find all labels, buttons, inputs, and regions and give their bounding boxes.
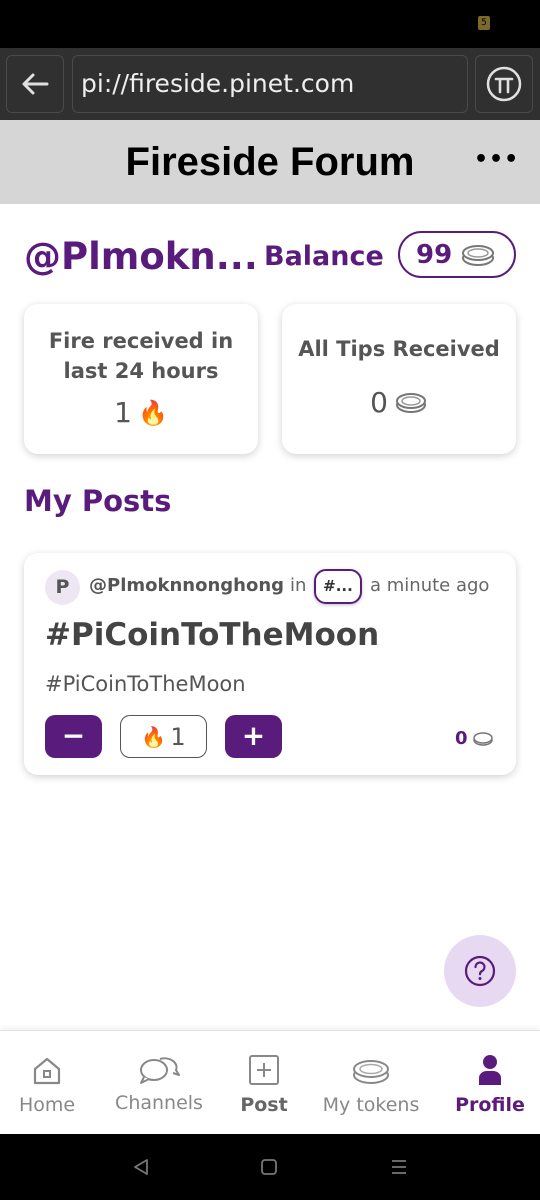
nav-post[interactable]: Post: [232, 1040, 296, 1124]
nav-home-label: Home: [18, 1094, 76, 1116]
question-mark-icon: [464, 955, 496, 987]
fire-received-value: 1: [114, 396, 132, 429]
fire-count-badge: 🔥 1: [120, 715, 207, 758]
add-fire-button[interactable]: +: [225, 715, 282, 758]
post-title[interactable]: #PiCoinToTheMoon: [45, 617, 379, 653]
nav-profile[interactable]: Profile: [450, 1040, 530, 1124]
system-back-button[interactable]: [124, 1150, 158, 1184]
post-author[interactable]: @Plmoknnonghong: [89, 575, 284, 596]
url-bar[interactable]: pi://fireside.pinet.com: [72, 55, 468, 113]
avatar[interactable]: P: [45, 570, 80, 605]
pi-browser-button[interactable]: [475, 55, 533, 113]
nav-channels[interactable]: Channels: [108, 1040, 210, 1124]
help-button[interactable]: [444, 935, 516, 1007]
battery-icon: 5: [478, 16, 490, 30]
fire-icon: 🔥: [141, 724, 167, 749]
all-tips-title: All Tips Received: [298, 337, 500, 361]
nav-post-label: Post: [240, 1094, 288, 1116]
fire-received-value-row: 1 🔥: [24, 396, 258, 429]
my-posts-heading: My Posts: [24, 484, 172, 518]
nav-my-tokens-label: My tokens: [322, 1094, 420, 1116]
nav-my-tokens[interactable]: My tokens: [316, 1040, 426, 1124]
balance-label: Balance: [264, 241, 384, 272]
square-home-icon: [261, 1159, 277, 1175]
home-icon: [33, 1057, 61, 1085]
triangle-back-icon: [134, 1159, 148, 1175]
fire-received-title: Fire received in last 24 hours: [48, 329, 234, 383]
menu-lines-icon: [392, 1160, 406, 1174]
nav-channels-label: Channels: [115, 1092, 203, 1114]
status-bar: [0, 0, 540, 48]
arrow-left-icon: [22, 73, 49, 95]
nav-home[interactable]: Home: [10, 1040, 84, 1124]
add-square-icon: [249, 1055, 279, 1085]
post-tips-value: 0: [455, 728, 468, 749]
coin-icon: [472, 731, 493, 746]
chat-bubbles-icon: [140, 1057, 180, 1084]
pi-logo-icon: [486, 66, 522, 102]
all-tips-value: 0: [370, 386, 388, 419]
post-channel-badge[interactable]: #...: [314, 569, 362, 604]
post-in-label: in: [290, 575, 307, 596]
coin-stack-icon: [353, 1060, 389, 1084]
back-button[interactable]: [6, 55, 64, 113]
nav-profile-label: Profile: [455, 1094, 525, 1116]
more-options-button[interactable]: •••: [474, 145, 518, 179]
app-title: Fireside Forum: [125, 140, 415, 184]
post-body: #PiCoinToTheMoon: [45, 672, 246, 696]
balance-badge: 99: [398, 231, 516, 278]
system-recents-button[interactable]: [382, 1150, 416, 1184]
all-tips-value-row: 0: [282, 386, 516, 419]
fire-count: 1: [170, 722, 186, 751]
post-timestamp: a minute ago: [370, 575, 490, 596]
user-icon: [479, 1055, 501, 1085]
coin-stack-icon: [462, 244, 495, 266]
remove-fire-button[interactable]: −: [45, 715, 102, 758]
all-tips-card: All Tips Received 0: [282, 304, 516, 454]
profile-username: @Plmokn...: [24, 235, 254, 278]
post-tips[interactable]: 0: [455, 728, 494, 749]
balance-value: 99: [416, 239, 453, 270]
fire-received-card: Fire received in last 24 hours 1 🔥: [24, 304, 258, 454]
coin-icon: [395, 392, 426, 413]
system-home-button[interactable]: [252, 1150, 286, 1184]
fire-icon: 🔥: [137, 398, 168, 427]
